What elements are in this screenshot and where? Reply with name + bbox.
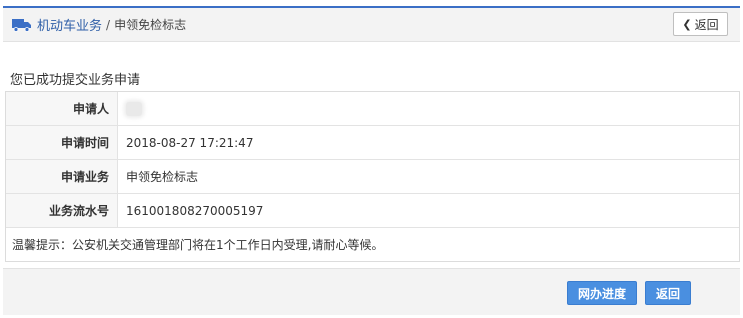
back-button[interactable]: 返回	[645, 281, 691, 305]
detail-row-time: 申请时间 2018-08-27 17:21:47	[6, 126, 739, 160]
detail-label: 申请人	[6, 92, 118, 125]
breadcrumb-separator: /	[106, 17, 111, 32]
detail-row-applicant: 申请人	[6, 92, 739, 126]
redacted-name	[126, 101, 142, 116]
tip-text: 温馨提示：公安机关交通管理部门将在1个工作日内受理,请耐心等候。	[12, 238, 384, 252]
detail-value: 161001808270005197	[126, 203, 264, 218]
detail-row-serial: 业务流水号 161001808270005197	[6, 194, 739, 228]
chevron-left-icon: ❮	[682, 17, 692, 31]
business-panel: 机动车业务 / 申领免检标志 ❮ 返回 您已成功提交业务申请 申请人 申请时间 …	[3, 6, 740, 315]
header-back-label: 返回	[694, 17, 719, 32]
detail-label: 业务流水号	[6, 194, 118, 227]
breadcrumb-section-link[interactable]: 机动车业务	[37, 15, 102, 34]
detail-value: 2018-08-27 17:21:47	[126, 135, 254, 150]
panel-footer: 网办进度 返回	[3, 268, 740, 315]
detail-row-business: 申请业务 申领免检标志	[6, 160, 739, 194]
success-message: 您已成功提交业务申请	[10, 73, 141, 88]
detail-label: 申请业务	[6, 160, 118, 193]
panel-header: 机动车业务 / 申领免检标志 ❮ 返回	[3, 8, 740, 42]
detail-value: 申领免检标志	[126, 170, 199, 184]
breadcrumb-current: 申领免检标志	[114, 18, 187, 32]
detail-value-applicant	[118, 92, 739, 125]
detail-label: 申请时间	[6, 126, 118, 159]
application-details-table: 申请人 申请时间 2018-08-27 17:21:47 申请业务 申领免检标志…	[5, 91, 740, 262]
header-back-button[interactable]: ❮ 返回	[673, 12, 728, 36]
truck-icon	[12, 18, 32, 32]
progress-button[interactable]: 网办进度	[567, 281, 637, 305]
